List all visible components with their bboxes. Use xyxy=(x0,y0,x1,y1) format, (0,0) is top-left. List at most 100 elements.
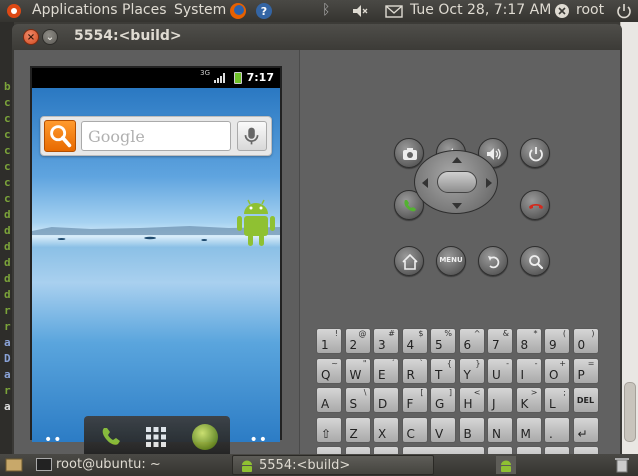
key-i[interactable]: I- xyxy=(515,357,542,384)
android-robot-icon[interactable] xyxy=(236,196,276,248)
dpad-center-button[interactable] xyxy=(437,171,477,193)
key-w[interactable]: W " xyxy=(344,357,371,384)
key-alt-label: ! xyxy=(334,329,338,338)
key-1[interactable]: 1! xyxy=(316,328,342,354)
minimize-button[interactable]: ⌄ xyxy=(42,29,58,45)
terminal-char: d xyxy=(4,208,11,221)
key-n[interactable]: N xyxy=(487,416,513,443)
key-6[interactable]: 6 ^ xyxy=(458,328,485,354)
user-status-icon[interactable] xyxy=(552,2,572,20)
home-button[interactable] xyxy=(394,246,424,276)
google-search-widget[interactable]: Google xyxy=(40,116,272,156)
key-label: D xyxy=(378,397,388,411)
page-indicator-left[interactable]: •• xyxy=(44,432,63,448)
signal-icon xyxy=(214,73,225,83)
menu-places[interactable]: Places xyxy=(122,2,167,18)
trash-icon[interactable] xyxy=(612,456,632,474)
page-indicator-right[interactable]: •• xyxy=(249,432,268,448)
key-u[interactable]: U- xyxy=(487,357,513,384)
key-0[interactable]: 0) xyxy=(572,328,599,354)
key-label: P xyxy=(577,367,585,382)
close-button[interactable]: × xyxy=(23,29,39,45)
key-2[interactable]: 2 @ xyxy=(344,328,371,354)
taskbar-terminal[interactable]: root@ubuntu: ~ xyxy=(30,455,216,475)
key-.[interactable]: . xyxy=(544,416,570,443)
phone-dialer-icon[interactable] xyxy=(98,424,124,450)
key-b[interactable]: B xyxy=(458,416,485,443)
key-7[interactable]: 7 & xyxy=(487,328,513,354)
search-button[interactable] xyxy=(520,246,550,276)
window-titlebar[interactable]: × ⌄ 5554:<build> xyxy=(12,24,622,50)
key-m[interactable]: M xyxy=(515,416,542,443)
terminal-char: c xyxy=(4,96,11,109)
bluetooth-icon[interactable]: ᛒ xyxy=(322,2,330,18)
key-a[interactable]: A xyxy=(316,387,342,413)
scrollbar-thumb[interactable] xyxy=(624,382,636,442)
voice-search-button[interactable] xyxy=(237,121,267,151)
power-icon[interactable] xyxy=(614,2,634,20)
key-e[interactable]: E ´ xyxy=(373,357,399,384)
key-label: 2 xyxy=(349,338,358,352)
user-name[interactable]: root xyxy=(576,2,604,18)
clock[interactable]: Tue Oct 28, 7:17 AM xyxy=(410,2,551,18)
browser-globe-icon[interactable] xyxy=(192,424,218,450)
android-icon xyxy=(242,460,252,472)
show-desktop-icon[interactable] xyxy=(4,456,24,474)
firefox-icon[interactable] xyxy=(228,2,248,20)
status-bar[interactable]: 3G 7:17 xyxy=(32,68,280,88)
phone-screen[interactable]: 3G 7:17 Google •• •• xyxy=(30,66,282,458)
terminal-char: a xyxy=(4,368,11,381)
key-z[interactable]: Z xyxy=(344,416,371,443)
key-8[interactable]: 8 * xyxy=(515,328,542,354)
key-c[interactable]: C xyxy=(401,416,428,443)
key-p[interactable]: P = xyxy=(572,357,599,384)
key-r[interactable]: R ` xyxy=(401,357,428,384)
key-3[interactable]: 3 # xyxy=(373,328,399,354)
key-5[interactable]: 5% xyxy=(430,328,456,354)
key-q[interactable]: Q ~ xyxy=(316,357,342,384)
key-s[interactable]: S \ xyxy=(344,387,371,413)
key-v[interactable]: V xyxy=(430,416,456,443)
key-4[interactable]: 4 $ xyxy=(401,328,428,354)
key-d[interactable]: D xyxy=(373,387,399,413)
key-label: Z xyxy=(349,426,358,441)
key-del[interactable]: DEL xyxy=(572,387,599,413)
help-icon[interactable]: ? xyxy=(254,2,274,20)
key-9[interactable]: 9( xyxy=(544,328,570,354)
key-t[interactable]: T{ xyxy=(430,357,456,384)
menu-applications[interactable]: Applications xyxy=(32,2,118,18)
power-button[interactable] xyxy=(520,138,550,168)
key-l[interactable]: L; xyxy=(544,387,570,413)
ubuntu-logo-icon[interactable] xyxy=(4,2,24,20)
key-f[interactable]: F[ xyxy=(401,387,428,413)
key-label: ↵ xyxy=(577,426,588,441)
wallpaper: Google •• •• xyxy=(32,88,280,458)
key-alt-label: ] xyxy=(448,388,452,397)
taskbar-emulator[interactable]: 5554:<build> xyxy=(232,455,434,475)
key-k[interactable]: K > xyxy=(515,387,542,413)
dpad[interactable] xyxy=(414,150,498,214)
key-alt-label: * xyxy=(533,329,538,338)
key-j[interactable]: J xyxy=(487,387,513,413)
app-drawer-icon[interactable] xyxy=(144,425,168,449)
key-label: 6 xyxy=(463,338,472,352)
menu-system[interactable]: System xyxy=(174,2,226,18)
background-window-scrollbar[interactable] xyxy=(620,22,638,454)
back-button[interactable] xyxy=(478,246,508,276)
volume-icon[interactable] xyxy=(350,2,370,20)
mail-icon[interactable] xyxy=(384,2,404,20)
end-call-button[interactable] xyxy=(520,190,550,220)
key-⇧[interactable]: ⇧ xyxy=(316,416,342,443)
key-label: R xyxy=(406,367,415,382)
key-x[interactable]: X xyxy=(373,416,399,443)
android-tray-icon[interactable] xyxy=(496,456,516,474)
google-search-button[interactable] xyxy=(44,120,76,152)
key-h[interactable]: H < xyxy=(458,387,485,413)
menu-button[interactable]: MENU xyxy=(436,246,466,276)
key-o[interactable]: O + xyxy=(544,357,570,384)
key-y[interactable]: Y} xyxy=(458,357,485,384)
search-input[interactable]: Google xyxy=(81,121,231,151)
key-↵[interactable]: ↵ xyxy=(572,416,599,443)
key-g[interactable]: G] xyxy=(430,387,456,413)
key-label: F xyxy=(406,397,414,411)
